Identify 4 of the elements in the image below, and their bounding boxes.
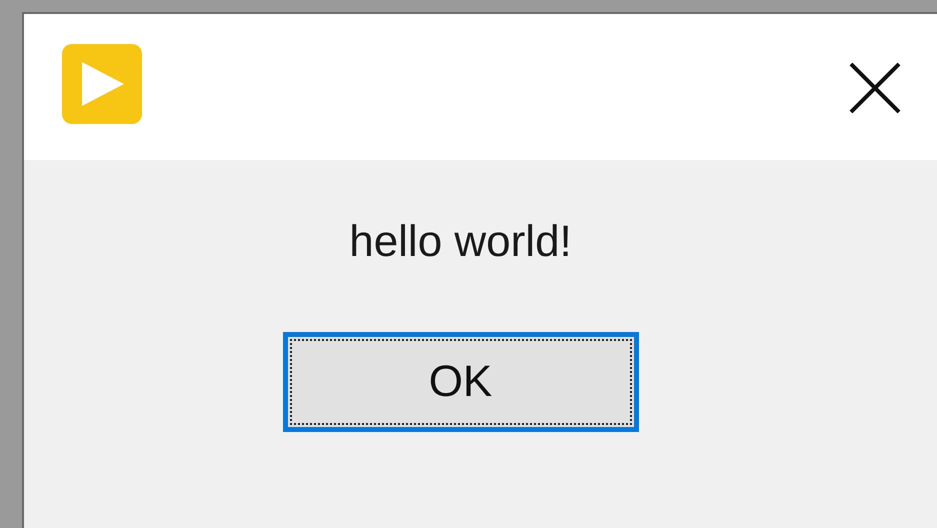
message-text: hello world! <box>349 216 572 268</box>
ok-button[interactable]: OK <box>282 332 638 432</box>
close-icon <box>849 62 901 114</box>
app-logo-icon <box>62 44 142 124</box>
